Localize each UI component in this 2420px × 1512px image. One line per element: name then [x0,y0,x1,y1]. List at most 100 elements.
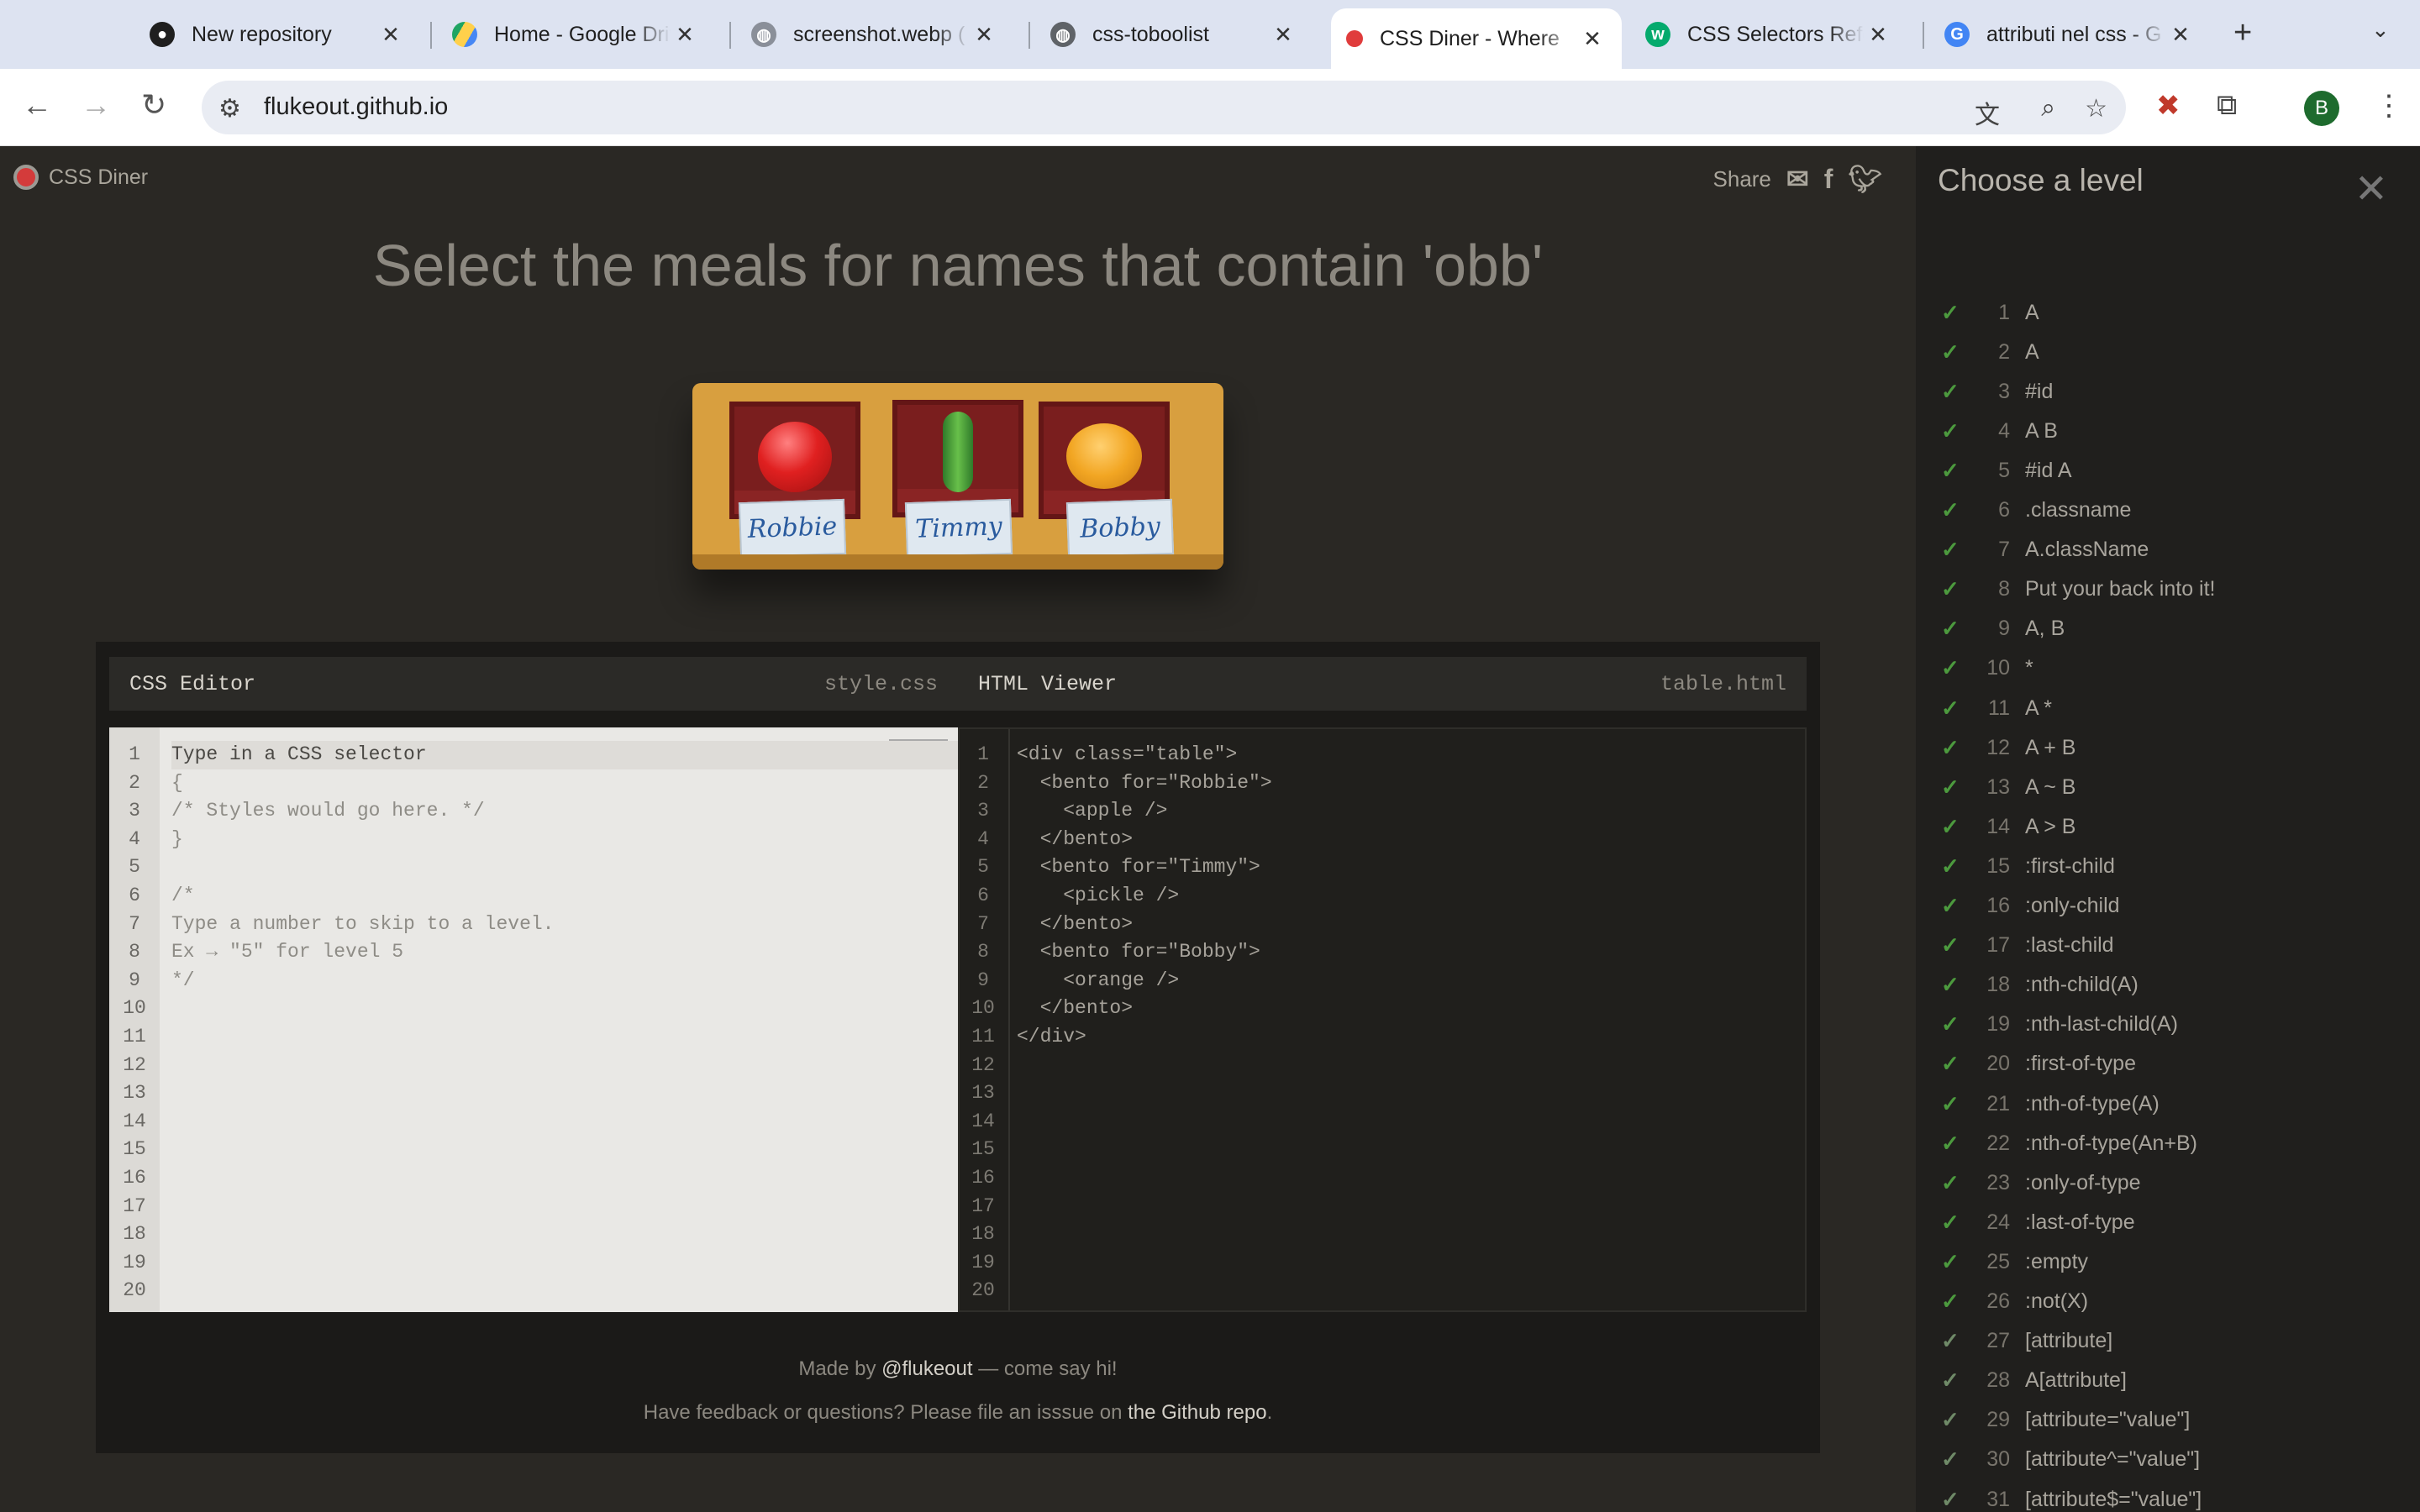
tab-google-drive[interactable]: Home - Google Drive ✕ [437,10,714,59]
level-number: 20 [1986,1052,2010,1076]
level-number: 12 [1986,735,2010,759]
email-icon[interactable]: ✉ [1786,163,1809,195]
code-line: <bento for="Timmy"> [1017,856,1260,879]
tab-attributi-nel-css[interactable]: G attributi nel css - G ✕ [1929,10,2210,59]
line-number: 3 [129,800,140,822]
level-name: .classname [2025,498,2132,522]
level-item-18[interactable]: ✓ 18:nth-child(A) [1916,966,2420,1005]
line-number: 17 [123,1194,146,1217]
github-repo-link[interactable]: the Github repo [1128,1401,1266,1424]
css-diner-page: CSS Diner Share ✉ f 🐦︎ Select the meals … [0,146,2420,1512]
level-item-28[interactable]: ✓ 28 A[attribute] [1916,1362,2420,1400]
level-item-7[interactable]: ✓ 7 A.className [1916,531,2420,570]
level-item-20[interactable]: ✓ 20:first-of-type [1916,1045,2420,1084]
level-item-3[interactable]: ✓ 3 #id [1916,372,2420,411]
level-number: 1 [1998,300,2010,324]
level-number: 10 [1986,656,2010,680]
level-item-30[interactable]: ✓ 30 [attribute^="value"] [1916,1441,2420,1479]
tab-new-repository[interactable]: ● New repository ✕ [134,10,420,59]
css-input[interactable]: Type in a CSS selector{/* Styles would g… [171,727,958,1305]
close-tab-icon[interactable]: ✕ [970,22,998,48]
code-line: </bento> [1017,997,1134,1020]
level-item-29[interactable]: ✓ 29 [attribute="value"] [1916,1401,2420,1440]
level-item-4[interactable]: ✓ 4 A B [1916,412,2420,450]
close-icon[interactable]: ✕ [2354,170,2388,210]
level-item-21[interactable]: ✓ 21:nth-of-type(A) [1916,1084,2420,1123]
reload-icon[interactable]: ↻ [141,87,166,123]
new-tab-icon[interactable]: + [2233,15,2252,51]
level-name: :last-child [2025,933,2114,958]
close-tab-icon[interactable]: ✕ [376,22,405,48]
level-sidebar: Choose a level ✕ ✓ 1 A ✓ 2 A ✓ 3 #id ✓ 4 A B ✓ 5 #id A… [1916,146,2420,1512]
level-item-13[interactable]: ✓ 13 A ~ B [1916,768,2420,806]
css-editor-header: CSS Editor style.css [109,657,958,711]
forward-arrow-icon[interactable]: → [81,87,111,123]
line-number: 12 [971,1053,995,1076]
level-name: * [2025,656,2033,680]
zoom-icon[interactable]: ⌕ [2041,94,2055,123]
level-item-1[interactable]: ✓ 1 A [1916,293,2420,332]
level-item-6[interactable]: ✓ 6 .classname [1916,491,2420,530]
level-item-27[interactable]: ✓ 27 [attribute] [1916,1322,2420,1361]
level-item-26[interactable]: ✓ 26:not(X) [1916,1283,2420,1321]
level-item-8[interactable]: ✓ 8 Put your back into it! [1916,570,2420,609]
level-item-24[interactable]: ✓ 24:last-of-type [1916,1203,2420,1242]
tab-screenshot[interactable]: ◍ screenshot.webp ( ✕ [736,10,1013,59]
level-item-12[interactable]: ✓ 12 A + B [1916,728,2420,767]
close-tab-icon[interactable]: ✕ [1269,22,1297,48]
tab-css-selectors-reference[interactable]: w CSS Selectors Refe ✕ [1630,10,1907,59]
level-item-23[interactable]: ✓ 23:only-of-type [1916,1163,2420,1202]
level-item-9[interactable]: ✓ 9 A, B [1916,610,2420,648]
level-item-15[interactable]: ✓ 15:first-child [1916,847,2420,885]
level-item-11[interactable]: ✓ 11 A * [1916,689,2420,727]
apple[interactable] [758,422,832,492]
line-number: 4 [129,827,140,850]
level-item-31[interactable]: ✓ 31 [attribute$="value"] [1916,1480,2420,1512]
css-diner-logo[interactable]: CSS Diner [13,165,148,190]
level-name: [attribute$="value"] [2025,1487,2202,1511]
level-item-14[interactable]: ✓ 14 A > B [1916,807,2420,846]
close-tab-icon[interactable]: ✕ [671,22,699,48]
checkmark-icon: ✓ [1941,1328,1960,1354]
level-instruction: Select the meals for names that contain … [372,233,1544,298]
extensions-puzzle-icon[interactable]: ⧉ [2217,89,2237,122]
profile-avatar[interactable]: B [2304,91,2339,126]
level-item-17[interactable]: ✓ 17:last-child [1916,927,2420,965]
level-number: 9 [1998,617,2010,641]
level-item-16[interactable]: ✓ 16:only-child [1916,887,2420,926]
address-bar[interactable]: ⚙ flukeout.github.io 文 ⌕ ☆ [202,81,2126,134]
flukeout-link[interactable]: @flukeout [881,1357,972,1380]
level-item-19[interactable]: ✓ 19:nth-last-child(A) [1916,1005,2420,1044]
level-item-22[interactable]: ✓ 22:nth-of-type(An+B) [1916,1124,2420,1163]
line-number: 10 [123,997,146,1020]
close-tab-icon[interactable]: ✕ [1578,26,1607,52]
pickle[interactable] [943,412,973,492]
tab-css-diner[interactable]: CSS Diner - Where ✕ [1331,8,1622,69]
level-item-2[interactable]: ✓ 2 A [1916,333,2420,371]
close-tab-icon[interactable]: ✕ [1864,22,1892,48]
bookmark-star-icon[interactable]: ☆ [2085,94,2107,123]
tab-search-chevron-icon[interactable]: ⌄ [2371,17,2390,43]
level-item-5[interactable]: ✓ 5 #id A [1916,451,2420,490]
tab-css-toboolist[interactable]: ◍ css-toboolist ✕ [1035,10,1313,59]
menu-kebab-icon[interactable]: ⋮ [2375,89,2403,123]
close-tab-icon[interactable]: ✕ [2166,22,2195,48]
line-number: 17 [971,1194,995,1217]
level-number: 22 [1986,1131,2010,1155]
orange[interactable] [1066,423,1142,489]
url-text[interactable]: flukeout.github.io [264,93,448,121]
facebook-icon[interactable]: f [1824,164,1833,195]
site-info-icon[interactable]: ⚙ [218,94,241,123]
level-item-10[interactable]: ✓ 10 * [1916,649,2420,688]
level-item-25[interactable]: ✓ 25:empty [1916,1242,2420,1281]
back-arrow-icon[interactable]: ← [22,87,52,123]
extension-icon[interactable]: ✖ [2156,89,2181,123]
translate-icon[interactable]: 文 [1975,94,2000,131]
line-number: 8 [977,941,989,963]
checkmark-icon: ✓ [1941,1368,1960,1394]
line-number: 9 [977,969,989,991]
twitter-icon[interactable]: 🐦︎ [1848,163,1882,195]
